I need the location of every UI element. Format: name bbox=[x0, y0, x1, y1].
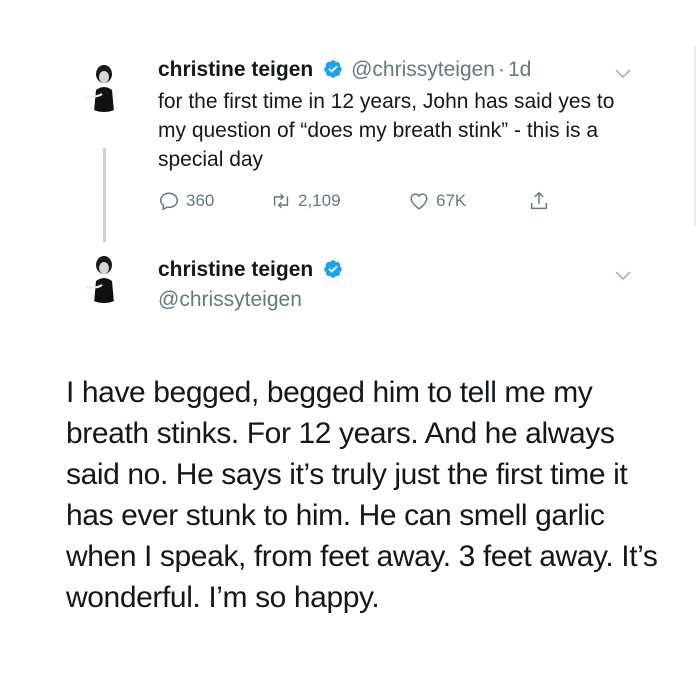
display-name[interactable]: christine teigen bbox=[158, 58, 313, 81]
avatar[interactable] bbox=[76, 56, 132, 112]
divider bbox=[694, 46, 696, 226]
tweet-actions: 360 2,109 67K bbox=[158, 190, 578, 216]
reply-count: 360 bbox=[186, 191, 215, 210]
thread-connector-line bbox=[103, 148, 106, 242]
retweet-button[interactable]: 2,109 bbox=[270, 190, 341, 212]
like-count: 67K bbox=[436, 191, 467, 210]
retweet-icon bbox=[273, 193, 289, 209]
tweet-header: christine teigen bbox=[158, 258, 343, 282]
chevron-down-icon[interactable] bbox=[614, 68, 632, 80]
verified-badge-icon bbox=[323, 260, 342, 278]
separator-dot: · bbox=[497, 58, 505, 81]
verified-badge-icon bbox=[323, 60, 342, 78]
retweet-count: 2,109 bbox=[298, 191, 341, 210]
timestamp[interactable]: 1d bbox=[508, 58, 531, 81]
like-button[interactable]: 67K bbox=[408, 190, 466, 212]
handle[interactable]: @chrissyteigen bbox=[351, 58, 495, 81]
share-icon bbox=[530, 191, 548, 210]
tweet-text: for the first time in 12 years, John has… bbox=[158, 90, 615, 171]
display-name[interactable]: christine teigen bbox=[158, 258, 313, 281]
heart-icon bbox=[410, 193, 428, 210]
share-button[interactable] bbox=[528, 190, 556, 212]
tweet-header: christine teigen @chrissyteigen · 1d bbox=[158, 58, 531, 82]
reply-icon bbox=[160, 192, 178, 211]
tweet-body-text: I have begged, begged him to tell me my … bbox=[66, 376, 658, 614]
handle[interactable]: @chrissyteigen bbox=[158, 288, 302, 312]
avatar[interactable] bbox=[76, 247, 132, 303]
chevron-down-icon[interactable] bbox=[614, 270, 632, 282]
reply-button[interactable]: 360 bbox=[158, 190, 214, 212]
